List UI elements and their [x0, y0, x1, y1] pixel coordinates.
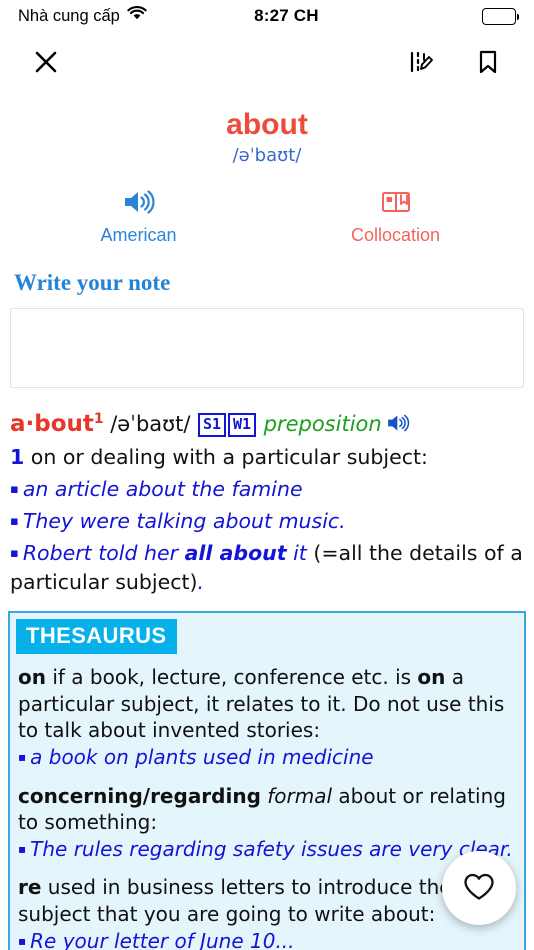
thesaurus-badge: THESAURUS [16, 619, 177, 655]
thesaurus-def-pre: if a book, lecture, conference etc. is [45, 665, 418, 690]
entry-headword: a·bout [10, 410, 94, 437]
app-toolbar [0, 32, 534, 94]
thesaurus-example-text: Re your letter of June 10... [30, 928, 295, 950]
collocation-label: Collocation [350, 224, 441, 245]
sense-number: 1 [10, 444, 25, 469]
example-text-pre: Robert told her [22, 540, 185, 565]
thesaurus-example: ▪ a book on plants used in medicine [18, 744, 516, 771]
status-bar-right [426, 7, 519, 25]
entry-pronunciation: /əˈbaʊt/ [110, 411, 191, 436]
wifi-icon [127, 6, 147, 26]
american-audio-button[interactable]: American [10, 188, 267, 246]
dictionary-entry: a·bout1 /əˈbaʊt/ S1 W1 preposition 1 on o… [0, 392, 534, 598]
frequency-badge-spoken: S1 [197, 412, 227, 437]
example-text: an article about the famine [22, 476, 303, 501]
status-bar-left: Nhà cung cấp [18, 6, 147, 26]
app-page: Nhà cung cấp 8:27 CH about /əˈbaʊt/ Amer… [0, 0, 534, 950]
bullet-icon: ▪ [10, 513, 19, 529]
example-text: They were talking about music. [22, 508, 346, 533]
thesaurus-word: re [18, 875, 42, 900]
toolbar-actions [400, 41, 510, 85]
thesaurus-word: concerning/regarding [18, 783, 261, 808]
thesaurus-example-text: a book on plants used in medicine [30, 744, 374, 769]
page-title: about [226, 108, 308, 141]
thesaurus-definition: re used in business letters to introduce… [18, 874, 516, 927]
favorite-fab-button[interactable] [442, 851, 516, 925]
close-icon [32, 48, 60, 79]
example-text-tail: . [197, 570, 205, 595]
heart-outline-icon [462, 871, 496, 906]
american-audio-label: American [100, 224, 177, 245]
headword-pronunciation: /əˈbaʊt/ [232, 144, 302, 166]
speaker-icon [122, 188, 156, 220]
bullet-icon: ▪ [10, 481, 19, 497]
frequency-badge-written: W1 [228, 412, 257, 437]
open-book-icon [380, 188, 412, 220]
close-button[interactable] [24, 41, 68, 85]
thesaurus-definition: on if a book, lecture, conference etc. i… [18, 664, 516, 744]
note-input[interactable] [10, 307, 524, 388]
thesaurus-definition: concerning/regarding formal about or rel… [18, 783, 516, 836]
sense-definition: on or dealing with a particular subject: [30, 444, 428, 469]
thesaurus-example-text: The rules regarding safety issues are ve… [30, 836, 513, 861]
bookmark-icon [474, 48, 502, 79]
thesaurus-word: on [18, 665, 46, 690]
bookmark-button[interactable] [466, 41, 510, 85]
entry-homograph-number: 1 [93, 410, 104, 427]
note-section-title: Write your note [14, 269, 171, 295]
thesaurus-entry-concerning: concerning/regarding formal about or rel… [18, 783, 516, 863]
collocation-button[interactable]: Collocation [267, 188, 524, 246]
thesaurus-def-pre: used in business letters to introduce th… [18, 875, 452, 926]
bullet-icon: ▪ [18, 749, 27, 764]
thesaurus-example: ▪ Re your letter of June 10... [18, 928, 516, 950]
example-collocation: all about [184, 540, 287, 565]
example-text-post: it [286, 540, 314, 565]
thesaurus-def-bold: on [417, 665, 446, 690]
battery-full-icon [482, 7, 519, 25]
sense-1: 1 on or dealing with a particular subjec… [10, 443, 524, 472]
thesaurus-example: ▪ The rules regarding safety issues are v… [18, 836, 516, 863]
status-bar: Nhà cung cấp 8:27 CH [0, 0, 534, 32]
note-edit-button[interactable] [400, 41, 444, 85]
thesaurus-entry-on: on if a book, lecture, conference etc. i… [18, 664, 516, 770]
note-edit-icon [408, 48, 436, 79]
bullet-icon: ▪ [18, 933, 27, 948]
pronunciation-action-row: American Collocation [0, 188, 534, 246]
note-section: Write your note [0, 246, 534, 392]
example-2: ▪ They were talking about music. [10, 507, 524, 536]
carrier-label: Nhà cung cấp [18, 6, 120, 25]
bullet-icon: ▪ [18, 841, 27, 856]
thesaurus-register: formal [267, 783, 333, 808]
status-bar-time: 8:27 CH [254, 6, 319, 25]
entry-headline: a·bout1 /əˈbaʊt/ S1 W1 preposition [10, 408, 524, 441]
example-3: ▪ Robert told her all about it (=all the … [10, 539, 524, 597]
example-1: ▪ an article about the famine [10, 475, 524, 504]
entry-audio-button[interactable] [386, 414, 412, 438]
headword-block: about /əˈbaʊt/ American Collocation [0, 94, 534, 246]
bullet-icon: ▪ [10, 545, 19, 561]
part-of-speech: preposition [263, 411, 382, 436]
